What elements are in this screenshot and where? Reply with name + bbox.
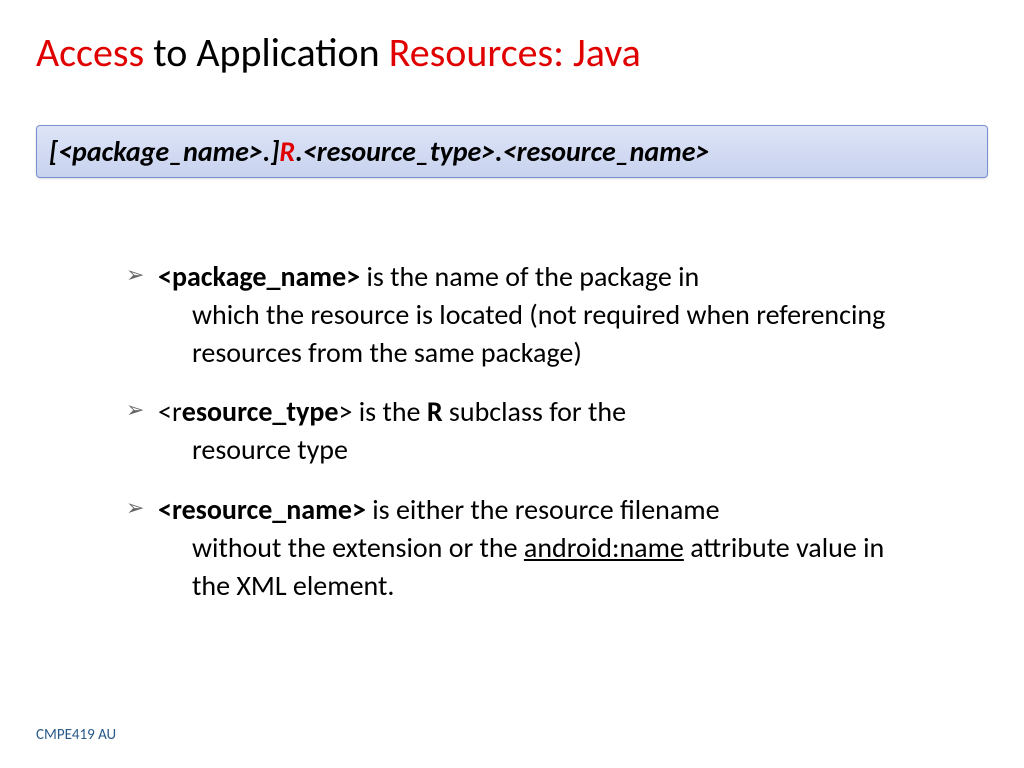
bullet-bold: esource_type [182, 394, 339, 429]
bullet-text: subclass for the [443, 394, 626, 429]
bullet-content: <resource_name> is either the resource f… [158, 491, 928, 604]
bullet-bold: R [427, 394, 443, 429]
bullet-text: without the extension or the [192, 530, 524, 565]
title-part1: Access [36, 28, 144, 77]
bullet-text: which the resource is located (not requi… [158, 296, 928, 372]
syntax-part1: [<package_name>.] [49, 134, 279, 169]
bullet-content: <resource_type> is the R subclass for th… [158, 393, 928, 469]
bullet-bold: <package_name> [158, 259, 360, 294]
bullet-list: ➢ <package_name> is the name of the pack… [36, 258, 988, 604]
bullet-content: <package_name> is the name of the packag… [158, 258, 928, 371]
slide-footer: CMPE419 AU [36, 726, 116, 744]
bullet-underline: android:name [524, 530, 684, 565]
bullet-text: resource type [158, 431, 928, 469]
bullet-marker-icon: ➢ [126, 395, 144, 425]
bullet-item: ➢ <package_name> is the name of the pack… [126, 258, 928, 371]
bullet-text: is either the resource filename [366, 492, 720, 527]
bullet-marker-icon: ➢ [126, 260, 144, 290]
bullet-text: > [338, 394, 352, 429]
bullet-item: ➢ <resource_type> is the R subclass for … [126, 393, 928, 469]
bullet-text: is the [352, 394, 426, 429]
title-part3: Resources: Java [389, 28, 641, 77]
syntax-box: [<package_name>.]R.<resource_type>.<reso… [36, 125, 988, 178]
bullet-text: <r [158, 394, 182, 429]
bullet-item: ➢ <resource_name> is either the resource… [126, 491, 928, 604]
bullet-indent: without the extension or the android:nam… [158, 529, 928, 605]
syntax-part2: R [279, 134, 295, 169]
bullet-marker-icon: ➢ [126, 493, 144, 523]
bullet-bold: <resource_name> [158, 492, 366, 527]
syntax-part3: .<resource_type>.<resource_name> [295, 134, 709, 169]
bullet-text: is the name of the package in [360, 259, 699, 294]
slide-title: Access to Application Resources: Java [36, 28, 988, 77]
title-part2: to Application [144, 28, 389, 77]
